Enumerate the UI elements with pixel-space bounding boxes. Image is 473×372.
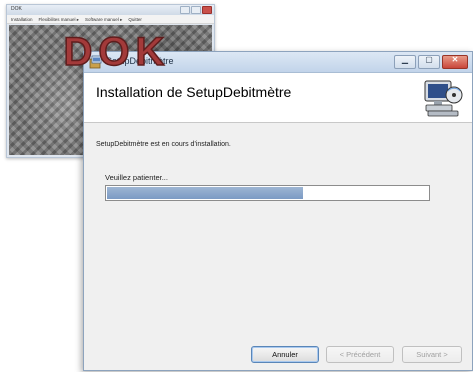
bg-minimize-icon[interactable] bbox=[180, 6, 190, 14]
menu-item-quitter[interactable]: Quitter bbox=[128, 15, 142, 23]
menu-item-flexibilites[interactable]: Flexibilites manuel ▸ bbox=[39, 15, 80, 23]
dok-logo-text: DOK bbox=[64, 31, 171, 71]
maximize-icon: ▢ bbox=[425, 55, 433, 64]
computer-disc-icon bbox=[424, 80, 463, 117]
bg-close-icon[interactable] bbox=[202, 6, 212, 14]
progress-fill bbox=[107, 187, 303, 199]
dialog-window-controls: ▁ ▢ ✕ bbox=[394, 55, 468, 69]
install-progress-bar bbox=[105, 185, 430, 201]
previous-button[interactable]: < Précédent bbox=[326, 346, 394, 363]
close-icon: ✕ bbox=[451, 55, 459, 64]
setup-dialog[interactable]: SetupDebitmètre ▁ ▢ ✕ Installation de Se… bbox=[83, 51, 473, 371]
menu-item-software[interactable]: Software manuel ▸ bbox=[85, 15, 122, 23]
background-window-controls bbox=[180, 6, 212, 14]
maximize-button[interactable]: ▢ bbox=[418, 55, 440, 69]
wait-label: Veuillez patienter... bbox=[105, 173, 168, 182]
install-status-text: SetupDebitmètre est en cours d'installat… bbox=[96, 141, 231, 148]
background-titlebar[interactable]: DOK bbox=[7, 5, 214, 15]
background-window-title: DOK bbox=[11, 6, 22, 12]
menu-item-installation[interactable]: Installation bbox=[11, 15, 33, 23]
progress-panel: Veuillez patienter... bbox=[91, 162, 466, 364]
page-title: Installation de SetupDebitmètre bbox=[96, 84, 292, 100]
dialog-banner: Installation de SetupDebitmètre bbox=[84, 73, 472, 123]
dialog-button-bar: Annuler < Précédent Suivant > bbox=[84, 342, 472, 372]
background-menubar: Installation Flexibilites manuel ▸ Softw… bbox=[7, 15, 214, 24]
close-button[interactable]: ✕ bbox=[442, 55, 468, 69]
next-button[interactable]: Suivant > bbox=[402, 346, 462, 363]
minimize-button[interactable]: ▁ bbox=[394, 55, 416, 69]
minimize-icon: ▁ bbox=[401, 55, 409, 64]
dok-logo: DOK bbox=[63, 31, 171, 71]
bg-maximize-icon[interactable] bbox=[191, 6, 201, 14]
cancel-button[interactable]: Annuler bbox=[251, 346, 319, 363]
